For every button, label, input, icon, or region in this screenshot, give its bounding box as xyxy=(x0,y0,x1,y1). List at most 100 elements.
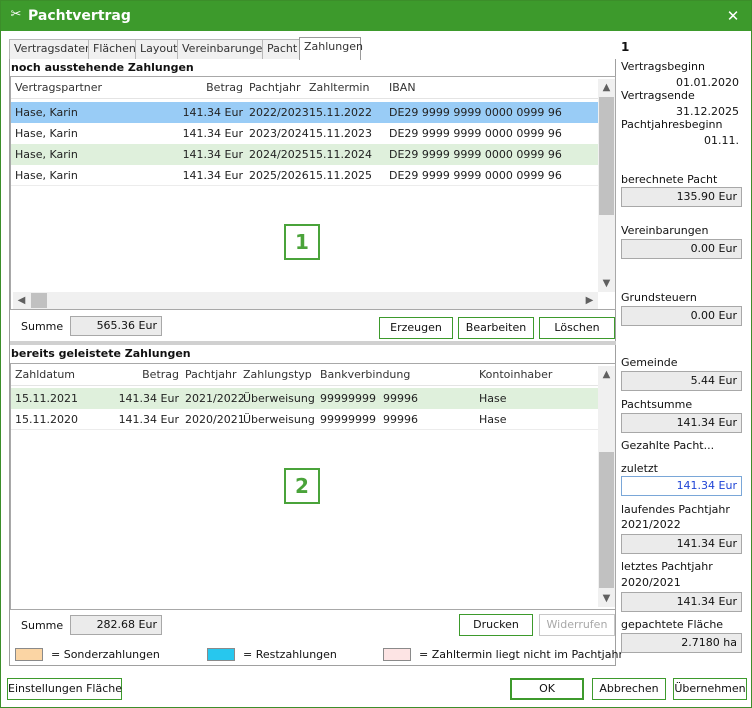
scroll-right-icon[interactable]: ▶ xyxy=(581,292,598,309)
tab-vertragsdaten[interactable]: Vertragsdaten xyxy=(9,39,92,59)
column-header-zahltermin[interactable]: Zahltermin xyxy=(309,77,369,98)
tab-pacht[interactable]: Pacht xyxy=(262,39,300,59)
legend-swatch-special xyxy=(15,648,43,661)
table-row[interactable]: 15.11.2020 141.34 Eur 2020/2021 Überweis… xyxy=(11,409,599,430)
scroll-up-icon[interactable]: ▲ xyxy=(598,366,615,383)
cell-betrag: 141.34 Eur xyxy=(182,127,243,140)
area-settings-button[interactable]: Einstellungen Fläche xyxy=(7,678,122,700)
scroll-thumb[interactable] xyxy=(599,97,614,215)
leased-area-value: 2.7180 ha xyxy=(621,633,742,653)
table-row[interactable]: Hase, Karin 141.34 Eur 2023/2024 15.11.2… xyxy=(11,123,599,144)
delete-button[interactable]: Löschen xyxy=(539,317,615,339)
paid-payments-grid: Zahldatum Betrag Pachtjahr Zahlungstyp B… xyxy=(10,363,616,610)
prev-year-value: 141.34 Eur xyxy=(621,592,742,612)
column-header-iban[interactable]: IBAN xyxy=(389,77,416,98)
column-header-pachtjahr[interactable]: Pachtjahr xyxy=(185,364,237,385)
scroll-up-icon[interactable]: ▲ xyxy=(598,79,615,96)
legend-swatch-remaining xyxy=(207,648,235,661)
property-tax-value: 0.00 Eur xyxy=(621,306,742,326)
create-button[interactable]: Erzeugen xyxy=(379,317,453,339)
cell-betrag: 141.34 Eur xyxy=(118,413,179,426)
pending-sum-value: 565.36 Eur xyxy=(70,316,162,336)
contract-start-label: Vertragsbeginn xyxy=(621,60,705,73)
agreements-label: Vereinbarungen xyxy=(621,224,709,237)
scroll-down-icon[interactable]: ▼ xyxy=(598,275,615,292)
calc-lease-label: berechnete Pacht xyxy=(621,173,718,186)
cell-pachtjahr: 2023/2024 xyxy=(249,127,309,140)
table-row[interactable]: Hase, Karin 141.34 Eur 2025/2026 15.11.2… xyxy=(11,165,599,186)
revoke-button[interactable]: Widerrufen xyxy=(539,614,615,636)
municipality-label: Gemeinde xyxy=(621,356,678,369)
cell-pachtjahr: 2024/2025 xyxy=(249,148,309,161)
tab-vereinbarungen[interactable]: Vereinbarungen xyxy=(177,39,269,59)
scroll-thumb[interactable] xyxy=(599,452,614,588)
close-icon[interactable]: ✕ xyxy=(723,6,743,26)
tab-layout[interactable]: Layout xyxy=(135,39,178,59)
cell-kontoinhaber: Hase xyxy=(479,392,507,405)
cell-pachtjahr: 2025/2026 xyxy=(249,169,309,182)
cell-vertragspartner: Hase, Karin xyxy=(15,169,78,182)
edit-button[interactable]: Bearbeiten xyxy=(458,317,534,339)
column-header-vertragspartner[interactable]: Vertragspartner xyxy=(15,77,102,98)
cell-zahltermin: 15.11.2025 xyxy=(309,169,372,182)
region-marker-1: 1 xyxy=(284,224,320,260)
column-header-zahldatum[interactable]: Zahldatum xyxy=(15,364,75,385)
pending-payments-title: noch ausstehende Zahlungen xyxy=(11,61,194,74)
cell-vertragspartner: Hase, Karin xyxy=(15,148,78,161)
cell-zahlungstyp: Überweisung xyxy=(243,413,315,426)
ok-button[interactable]: OK xyxy=(510,678,584,700)
pending-grid-header: Vertragspartner Betrag Pachtjahr Zahlter… xyxy=(11,77,599,99)
paid-vertical-scrollbar[interactable]: ▲ ▼ xyxy=(598,366,615,607)
current-year-period: 2021/2022 xyxy=(621,518,681,531)
cell-zahltermin: 15.11.2022 xyxy=(309,106,372,119)
scroll-thumb[interactable] xyxy=(31,293,47,308)
property-tax-label: Grundsteuern xyxy=(621,291,697,304)
cell-bankverbindung: 99999999 99996 xyxy=(320,413,418,426)
cancel-button[interactable]: Abbrechen xyxy=(592,678,666,700)
municipality-value: 5.44 Eur xyxy=(621,371,742,391)
scroll-left-icon[interactable]: ◀ xyxy=(13,292,30,309)
cell-zahltermin: 15.11.2024 xyxy=(309,148,372,161)
zahlungen-panel: noch ausstehende Zahlungen Vertragspartn… xyxy=(9,59,623,666)
cell-pachtjahr: 2021/2022 xyxy=(185,392,245,405)
app-icon: ✂ xyxy=(10,7,22,22)
column-header-kontoinhaber[interactable]: Kontoinhaber xyxy=(479,364,552,385)
tab-zahlungen[interactable]: Zahlungen xyxy=(299,37,363,60)
cell-iban: DE29 9999 9999 0000 0999 96 xyxy=(389,127,562,140)
apply-button[interactable]: Übernehmen xyxy=(673,678,747,700)
lease-year-start-label: Pachtjahresbeginn xyxy=(621,118,723,131)
tab-flaechen[interactable]: Flächen xyxy=(88,39,136,59)
legend-label-out-of-year: = Zahltermin liegt nicht im Pachtjahr xyxy=(419,648,623,661)
current-year-value: 141.34 Eur xyxy=(621,534,742,554)
cell-vertragspartner: Hase, Karin xyxy=(15,127,78,140)
scroll-down-icon[interactable]: ▼ xyxy=(598,590,615,607)
last-payment-value: 141.34 Eur xyxy=(621,476,742,496)
cell-betrag: 141.34 Eur xyxy=(182,148,243,161)
calc-lease-value: 135.90 Eur xyxy=(621,187,742,207)
pending-horizontal-scrollbar[interactable]: ◀ ▶ xyxy=(13,292,598,309)
prev-year-label: letztes Pachtjahr xyxy=(621,560,713,573)
column-header-pachtjahr[interactable]: Pachtjahr xyxy=(249,77,301,98)
table-row[interactable]: Hase, Karin 141.34 Eur 2022/2023 15.11.2… xyxy=(11,102,599,123)
pachtvertrag-window: ✂ Pachtvertrag ✕ Vertragsdaten Flächen L… xyxy=(0,0,752,708)
lease-year-start-value: 01.11. xyxy=(704,134,739,147)
column-header-betrag[interactable]: Betrag xyxy=(171,77,243,98)
legend-label-special: = Sonderzahlungen xyxy=(51,648,160,661)
contract-number: 1 xyxy=(621,40,630,54)
table-row[interactable]: Hase, Karin 141.34 Eur 2024/2025 15.11.2… xyxy=(11,144,599,165)
cell-betrag: 141.34 Eur xyxy=(118,392,179,405)
column-header-bankverbindung[interactable]: Bankverbindung xyxy=(320,364,410,385)
cell-zahldatum: 15.11.2021 xyxy=(15,392,78,405)
splitter[interactable] xyxy=(10,341,616,345)
paid-sum-value: 282.68 Eur xyxy=(70,615,162,635)
column-header-zahlungstyp[interactable]: Zahlungstyp xyxy=(243,364,312,385)
cell-iban: DE29 9999 9999 0000 0999 96 xyxy=(389,106,562,119)
cell-bankverbindung: 99999999 99996 xyxy=(320,392,418,405)
table-row[interactable]: 15.11.2021 141.34 Eur 2021/2022 Überweis… xyxy=(11,388,599,409)
contract-end-label: Vertragsende xyxy=(621,89,695,102)
window-title: Pachtvertrag xyxy=(28,8,131,24)
contract-end-value: 31.12.2025 xyxy=(676,105,739,118)
print-button[interactable]: Drucken xyxy=(459,614,533,636)
pending-vertical-scrollbar[interactable]: ▲ ▼ xyxy=(598,79,615,292)
column-header-betrag[interactable]: Betrag xyxy=(107,364,179,385)
